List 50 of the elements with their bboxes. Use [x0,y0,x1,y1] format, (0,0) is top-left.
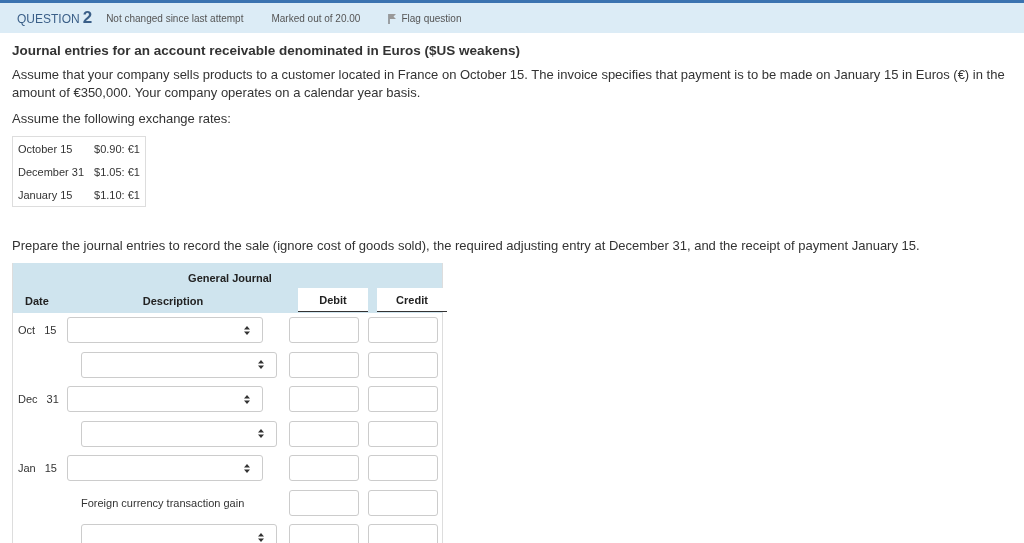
sort-arrows-icon [244,463,250,473]
entry-date: Jan 15 [17,462,58,475]
flag-question-link[interactable]: Flag question [388,12,462,24]
rate-value: $1.10: €1 [89,183,146,207]
credit-input[interactable] [368,386,438,413]
debit-input[interactable] [289,489,359,516]
attempt-status: Not changed since last attempt [106,12,244,24]
debit-input[interactable] [289,455,359,482]
account-select[interactable] [67,386,263,413]
question-title: Journal entries for an account receivable denominated in Euros ($US weakens) [12,43,521,58]
sort-arrows-icon [258,532,264,542]
entry-date: Dec 31 [17,393,60,406]
sort-arrows-icon [244,325,250,335]
sort-arrows-icon [258,429,264,439]
rate-value: $1.05: €1 [89,160,146,183]
debit-input[interactable] [289,317,359,344]
rate-value: $0.90: €1 [89,136,146,160]
account-select[interactable] [81,420,277,447]
debit-input[interactable] [289,351,359,378]
debit-input[interactable] [289,420,359,447]
column-header: Debit [298,288,368,312]
credit-input[interactable] [368,420,438,447]
account-description: Foreign currency transaction gain [81,496,246,509]
credit-input[interactable] [368,455,438,482]
column-header: Description [141,293,205,309]
column-header: Date [24,293,50,309]
account-select[interactable] [67,317,263,344]
credit-input[interactable] [368,317,438,344]
instruction-paragraph: Prepare the journal entries to record the sale (ignore cost of goods sold), the required adjusting entry at December 31, and the receipt of payment January 15. [12,237,921,255]
credit-input[interactable] [368,489,438,516]
debit-input[interactable] [289,524,359,543]
account-select[interactable] [81,351,277,378]
sort-arrows-icon [258,360,264,370]
intro-paragraph: Assume that your company sells products to a customer located in France on October 15. The invoice specifies that payment is to be made on January 15 in Euros (€) in the amount of €350,000. Your company operates on a calendar year basis. [12,66,1006,102]
account-select[interactable] [81,524,277,543]
account-select[interactable] [67,455,263,482]
marks-info: Marked out of 20.00 [271,12,361,24]
column-header: Credit [377,288,447,312]
rate-date: December 31 [12,160,90,183]
sort-arrows-icon [244,394,250,404]
credit-input[interactable] [368,351,438,378]
question-number: QUESTION 2 [17,8,93,28]
rates-intro: Assume the following exchange rates: [12,110,232,128]
rate-date: October 15 [12,136,90,160]
debit-input[interactable] [289,386,359,413]
credit-input[interactable] [368,524,438,543]
rate-date: January 15 [12,183,90,207]
flag-icon [388,12,398,24]
entry-date: Oct 15 [17,324,58,337]
journal-title: General Journal [187,270,273,284]
